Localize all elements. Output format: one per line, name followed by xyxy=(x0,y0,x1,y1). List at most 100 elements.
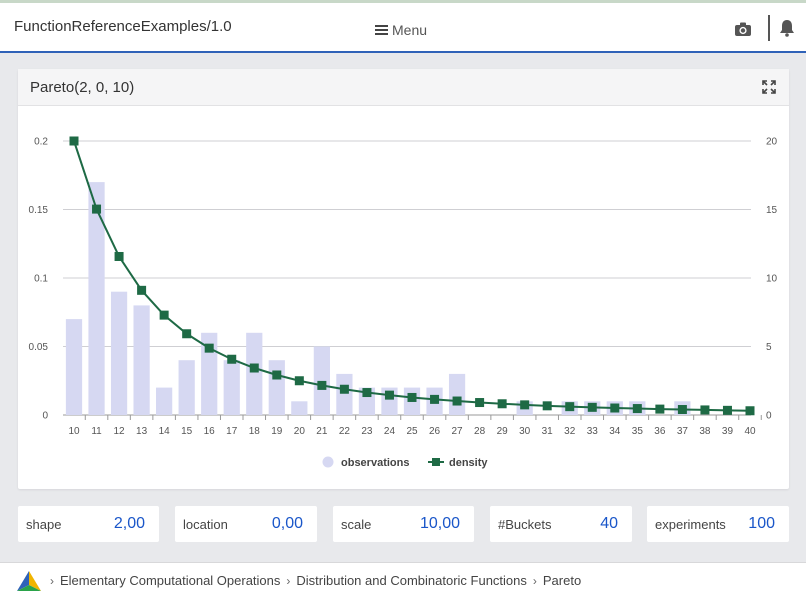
density-point xyxy=(632,404,642,414)
bar xyxy=(313,346,330,415)
legend-observations-label: observations xyxy=(341,457,409,469)
app-title: FunctionReferenceExamples/1.0 xyxy=(14,18,232,35)
density-point xyxy=(475,398,485,408)
density-point xyxy=(137,285,147,295)
breadcrumb-item-current: Pareto xyxy=(542,573,582,588)
expand-icon[interactable] xyxy=(762,80,776,94)
bar xyxy=(65,319,83,415)
x-tick-label: 26 xyxy=(429,426,441,437)
param-label: experiments xyxy=(655,517,726,532)
density-point xyxy=(114,251,124,261)
left-tick-label: 0 xyxy=(42,411,48,422)
x-tick-label: 39 xyxy=(722,426,734,437)
density-point xyxy=(722,405,732,415)
density-point xyxy=(452,396,462,406)
density-point xyxy=(430,394,440,404)
x-tick-label: 24 xyxy=(384,426,396,437)
x-tick-label: 37 xyxy=(677,426,689,437)
density-point xyxy=(497,399,507,409)
left-tick-label: 0.05 xyxy=(29,342,49,353)
param-label: scale xyxy=(341,517,372,532)
x-tick-label: 34 xyxy=(609,426,621,437)
density-point xyxy=(182,329,192,339)
bar xyxy=(110,291,128,415)
x-tick-label: 33 xyxy=(587,426,599,437)
param-value[interactable]: 100 xyxy=(748,515,775,533)
param-scale[interactable]: scale 10,00 xyxy=(333,506,474,542)
panel-header: Pareto(2, 0, 10) xyxy=(18,69,789,106)
right-tick-label: 10 xyxy=(766,274,778,285)
bar xyxy=(448,373,466,415)
bar xyxy=(156,387,173,415)
x-tick-label: 23 xyxy=(361,426,373,437)
param-buckets[interactable]: #Buckets 40 xyxy=(490,506,632,542)
param-location[interactable]: location 0,00 xyxy=(175,506,317,542)
footer-breadcrumb-bar: › Elementary Computational Operations › … xyxy=(0,562,806,598)
breadcrumb-item[interactable]: Distribution and Combinatoric Functions xyxy=(296,573,527,588)
x-tick-label: 13 xyxy=(136,426,148,437)
density-point xyxy=(700,405,710,415)
legend-observations-swatch xyxy=(322,456,334,468)
x-tick-label: 15 xyxy=(181,426,193,437)
breadcrumb-item[interactable]: Elementary Computational Operations xyxy=(60,573,280,588)
x-tick-label: 36 xyxy=(654,426,666,437)
menu-button[interactable]: Menu xyxy=(375,22,427,38)
x-tick-label: 31 xyxy=(542,426,554,437)
hamburger-icon xyxy=(375,25,388,35)
x-tick-label: 22 xyxy=(339,426,351,437)
chevron-right-icon: › xyxy=(286,573,291,588)
param-label: #Buckets xyxy=(498,517,552,532)
param-value[interactable]: 2,00 xyxy=(114,515,145,533)
param-shape[interactable]: shape 2,00 xyxy=(18,506,159,542)
bar xyxy=(133,305,150,415)
density-point xyxy=(745,406,755,416)
density-point xyxy=(610,403,620,413)
param-label: shape xyxy=(26,517,62,532)
density-point xyxy=(407,392,417,402)
chevron-right-icon: › xyxy=(50,573,54,588)
density-line xyxy=(73,140,751,412)
bar xyxy=(178,360,195,415)
density-point xyxy=(317,380,327,390)
density-point xyxy=(69,136,79,146)
param-value[interactable]: 40 xyxy=(600,515,618,533)
x-tick-label: 35 xyxy=(632,426,644,437)
bar xyxy=(88,182,105,415)
x-tick-label: 21 xyxy=(316,426,328,437)
right-tick-label: 5 xyxy=(766,342,772,353)
density-point xyxy=(362,388,372,398)
bar xyxy=(223,360,240,415)
density-point xyxy=(159,310,169,320)
x-tick-label: 27 xyxy=(452,426,464,437)
param-value[interactable]: 0,00 xyxy=(272,515,303,533)
pareto-chart: 0 0 0.05 5 0.1 10 0.15 15 0.2 20 10 11 12 13 14 15 16 17 1… xyxy=(29,136,778,469)
left-tick-label: 0.15 xyxy=(29,205,49,216)
density-point xyxy=(542,401,552,411)
x-tick-label: 29 xyxy=(497,426,509,437)
x-tick-label: 20 xyxy=(294,426,306,437)
camera-icon[interactable] xyxy=(734,21,752,37)
x-tick-label: 10 xyxy=(68,426,80,437)
x-tick-label: 16 xyxy=(204,426,216,437)
bell-icon[interactable] xyxy=(779,19,795,37)
top-bar: FunctionReferenceExamples/1.0 Menu xyxy=(0,0,806,53)
param-value[interactable]: 10,00 xyxy=(420,515,460,533)
x-tick-label: 40 xyxy=(744,426,756,437)
density-point xyxy=(272,370,282,380)
left-tick-label: 0.1 xyxy=(34,274,48,285)
pyramid-logo-icon[interactable] xyxy=(16,570,42,592)
right-tick-label: 15 xyxy=(766,205,778,216)
bar xyxy=(246,332,263,415)
chevron-right-icon: › xyxy=(532,573,537,588)
density-point xyxy=(565,402,575,412)
bar xyxy=(268,360,285,415)
x-tick-label: 12 xyxy=(114,426,126,437)
x-tick-label: 25 xyxy=(406,426,418,437)
density-point xyxy=(227,354,237,364)
x-tick-label: 14 xyxy=(159,426,171,437)
density-point xyxy=(249,363,259,373)
x-tick-label: 18 xyxy=(249,426,261,437)
density-point xyxy=(587,402,597,412)
x-tick-label: 19 xyxy=(271,426,283,437)
param-experiments[interactable]: experiments 100 xyxy=(647,506,789,542)
